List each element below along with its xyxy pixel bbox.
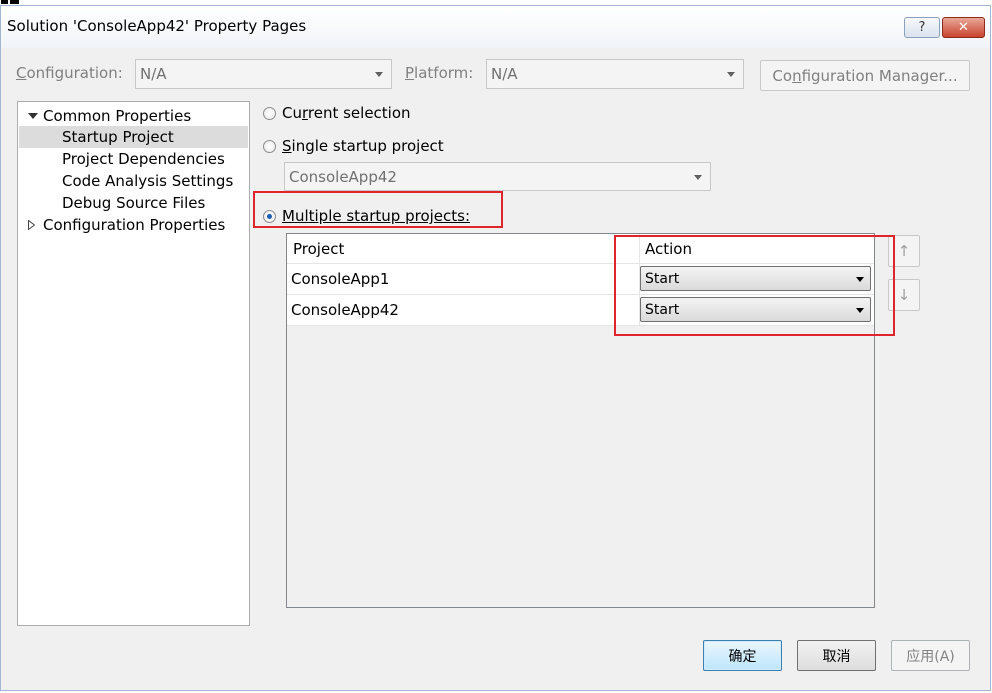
single-startup-radio[interactable] [263, 140, 276, 153]
property-tree: Common Properties Startup Project Projec… [17, 101, 250, 626]
ok-button[interactable]: 确定 [703, 640, 782, 671]
action-dropdown[interactable]: Start [640, 266, 871, 291]
action-value: Start [645, 270, 680, 287]
current-selection-label[interactable]: Current selection [282, 104, 411, 122]
current-selection-radio[interactable] [263, 107, 276, 120]
single-project-value: ConsoleApp42 [289, 167, 397, 186]
chevron-down-icon [856, 307, 864, 313]
action-dropdown[interactable]: Start [640, 297, 871, 322]
chevron-down-icon [694, 174, 702, 180]
help-icon: ? [918, 20, 926, 35]
tree-item-configuration-properties[interactable]: Configuration Properties [18, 214, 249, 236]
window-title: Solution 'ConsoleApp42' Property Pages [7, 17, 307, 35]
chevron-down-icon [375, 72, 383, 77]
startup-projects-grid: Project Action ConsoleApp1 Start Console… [286, 233, 875, 608]
move-down-button[interactable]: ↓ [888, 279, 920, 311]
tree-item-common-properties[interactable]: Common Properties [18, 105, 249, 127]
tree-item-project-dependencies[interactable]: Project Dependencies [18, 148, 249, 170]
project-cell: ConsoleApp42 [291, 301, 399, 319]
move-up-button[interactable]: ↑ [888, 235, 920, 267]
expanded-triangle-icon [28, 113, 38, 119]
tree-item-startup-project[interactable]: Startup Project [19, 126, 248, 148]
configuration-manager-button[interactable]: Co n figuration Manager... [760, 60, 970, 91]
chevron-down-icon [727, 72, 735, 77]
configuration-dropdown[interactable]: N/A [135, 59, 392, 89]
close-button[interactable]: ✕ [942, 17, 985, 38]
multiple-startup-radio[interactable] [263, 210, 276, 223]
configuration-value: N/A [140, 65, 167, 83]
column-header-action[interactable]: Action [645, 234, 692, 263]
single-project-dropdown[interactable]: ConsoleApp42 [284, 162, 711, 191]
platform-value: N/A [491, 65, 518, 83]
apply-button[interactable]: 应用(A) [891, 640, 970, 671]
table-row[interactable]: ConsoleApp42 Start [287, 295, 874, 326]
single-startup-label[interactable]: Single startup project [282, 137, 444, 155]
column-header-project[interactable]: Project [293, 234, 344, 263]
chevron-down-icon [856, 276, 864, 282]
arrow-down-icon: ↓ [897, 286, 911, 304]
title-bar: Solution 'ConsoleApp42' Property Pages ?… [1, 6, 990, 48]
grid-header: Project Action [287, 234, 874, 264]
configuration-label: Configuration: [16, 64, 123, 82]
collapsed-triangle-icon [28, 220, 35, 230]
tree-item-code-analysis-settings[interactable]: Code Analysis Settings [18, 170, 249, 192]
help-button[interactable]: ? [904, 17, 940, 38]
platform-label: Platform: [405, 64, 474, 82]
project-cell: ConsoleApp1 [291, 270, 390, 288]
platform-dropdown[interactable]: N/A [486, 59, 744, 89]
tree-item-debug-source-files[interactable]: Debug Source Files [18, 192, 249, 214]
close-icon: ✕ [958, 20, 969, 35]
action-value: Start [645, 301, 680, 318]
arrow-up-icon: ↑ [897, 242, 911, 260]
table-row[interactable]: ConsoleApp1 Start [287, 264, 874, 295]
property-pages-dialog: Solution 'ConsoleApp42' Property Pages ?… [0, 5, 991, 691]
multiple-startup-label[interactable]: Multiple startup projects: [282, 207, 470, 225]
cancel-button[interactable]: 取消 [797, 640, 876, 671]
